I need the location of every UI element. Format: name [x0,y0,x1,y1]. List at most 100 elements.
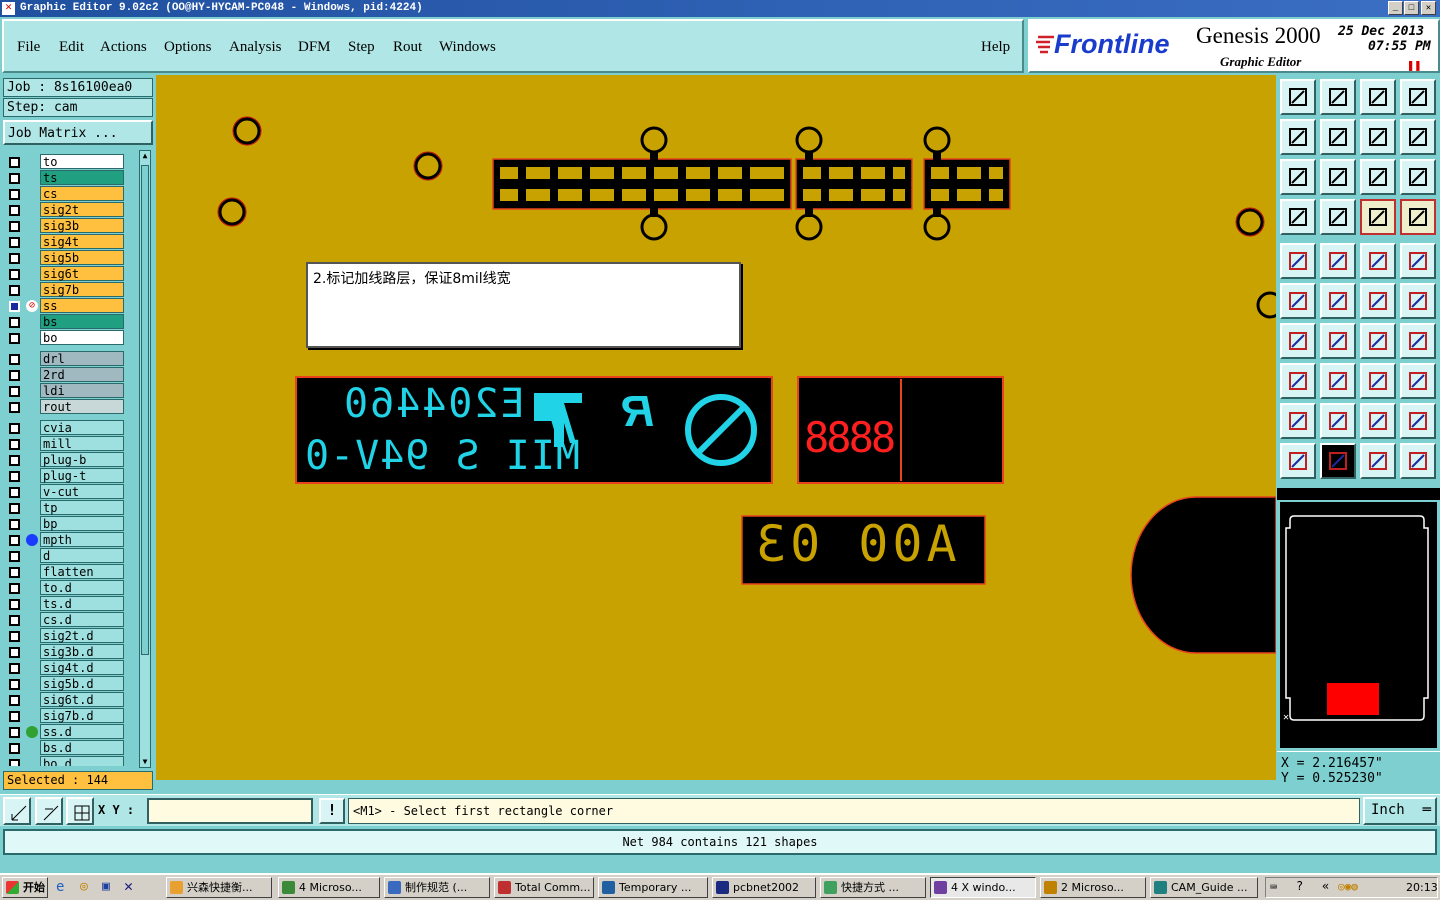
layer-name[interactable]: sig4t.d [40,660,124,675]
layer-checkbox[interactable] [9,727,20,738]
polygon-button[interactable] [1320,403,1356,439]
layer-name[interactable]: ss [40,298,124,313]
layer-row[interactable]: ss.d [7,724,124,740]
layer-scrollbar[interactable]: ▲ ▼ [139,150,151,768]
units-selector[interactable]: Inch ═ [1363,797,1437,825]
layer-row[interactable]: to.d [7,580,124,596]
layer-row[interactable]: tp [7,500,124,516]
move-button[interactable] [1360,283,1396,319]
layer-checkbox[interactable] [9,551,20,562]
arc-button[interactable] [1360,323,1396,359]
menu-edit[interactable]: Edit [59,39,84,56]
taskbar-item[interactable]: 兴森快捷衡... [166,877,272,898]
layer-checkbox[interactable] [9,386,20,397]
layer-name[interactable]: sig5b.d [40,676,124,691]
zoom-area-button[interactable] [35,797,63,825]
layer-name[interactable]: v-cut [40,484,124,499]
layer-name[interactable]: ldi [40,383,124,398]
mirror-button[interactable] [1400,403,1436,439]
tray-expand-icon[interactable]: « [1322,879,1329,893]
layer-checkbox[interactable] [9,221,20,232]
grid-button[interactable] [66,797,94,825]
route-button[interactable] [1400,443,1436,479]
layer-checkbox[interactable] [9,743,20,754]
graphic-canvas[interactable]: 2.标记加线路层，保证8mil线宽 E204460 MII S 94V-0 R … [156,75,1276,780]
layer-name[interactable]: d [40,548,124,563]
resize-button[interactable] [1280,363,1316,399]
alert-icon[interactable]: ! [319,798,345,824]
layer-name[interactable]: bs.d [40,740,124,755]
keyboard-icon[interactable]: ⌨ [1270,880,1277,894]
layer-row[interactable]: sig6t [7,266,124,282]
layer-row[interactable]: plug-b [7,452,124,468]
layer-row[interactable]: sig4t.d [7,660,124,676]
layer-checkbox[interactable] [9,567,20,578]
overview-map[interactable]: ✕ [1279,501,1438,749]
menu-dfm[interactable]: DFM [298,39,331,56]
layer-checkbox[interactable] [9,679,20,690]
copy-button[interactable] [1400,283,1436,319]
layer-checkbox[interactable] [9,402,20,413]
triangle-button[interactable] [1280,403,1316,439]
layer-name[interactable]: to.d [40,580,124,595]
taskbar-item[interactable]: 制作规范 (... [384,877,490,898]
menu-step[interactable]: Step [348,39,375,56]
layer-name[interactable]: sig7b [40,282,124,297]
layer-name[interactable]: sig2t [40,202,124,217]
scroll-down-icon[interactable]: ▼ [140,757,150,767]
measure-button[interactable] [1280,199,1316,235]
layer-name[interactable]: sig3b [40,218,124,233]
prev-button[interactable] [1280,119,1316,155]
layer-checkbox[interactable] [9,711,20,722]
layer-checkbox[interactable] [9,663,20,674]
taskbar-item[interactable]: CAM_Guide ... [1150,877,1258,898]
layer-checkbox[interactable] [9,317,20,328]
layer-row[interactable]: mpth [7,532,124,548]
layer-checkbox[interactable] [9,269,20,280]
layer-row[interactable]: flatten [7,564,124,580]
layer-name[interactable]: sig6t [40,266,124,281]
menu-file[interactable]: File [17,39,40,56]
layer-checkbox[interactable] [9,285,20,296]
layer-row[interactable]: ts [7,170,124,186]
layer-name[interactable]: bs [40,314,124,329]
layer-row[interactable]: sig5b [7,250,124,266]
layer-row[interactable]: bs.d [7,740,124,756]
layer-checkbox[interactable] [9,439,20,450]
select-active-button[interactable] [1320,443,1356,479]
net-button[interactable] [1320,199,1356,235]
layer-checkbox[interactable] [9,423,20,434]
layer-name[interactable]: 2rd [40,367,124,382]
next-button[interactable] [1320,119,1356,155]
taskbar-item[interactable]: Temporary ... [598,877,708,898]
xwin-icon[interactable]: ✕ [124,877,133,895]
xy-input[interactable] [147,798,313,824]
layer-row[interactable]: rout [7,399,124,415]
layer-name[interactable]: sig5b [40,250,124,265]
layer-name[interactable]: plug-b [40,452,124,467]
layer-row[interactable]: ts.d [7,596,124,612]
layout-button[interactable] [1400,79,1436,115]
layer-checkbox[interactable] [9,333,20,344]
layer-row[interactable]: ldi [7,383,124,399]
snap-button[interactable] [1360,199,1396,235]
layer-name[interactable]: sig6t.d [40,692,124,707]
layer-checkbox[interactable] [9,503,20,514]
start-button[interactable]: 开始 [2,877,48,898]
layer-row[interactable]: sig6t.d [7,692,124,708]
layer-name[interactable]: tp [40,500,124,515]
align-button[interactable] [1360,363,1396,399]
layer-row[interactable]: cs.d [7,612,124,628]
layer-name[interactable]: cs.d [40,612,124,627]
taskbar-item[interactable]: Total Comm... [494,877,594,898]
layer-checkbox[interactable] [9,370,20,381]
taskbar-item[interactable]: pcbnet2002 [712,877,816,898]
text-button[interactable] [1400,323,1436,359]
layer-name[interactable]: ts.d [40,596,124,611]
tray-app-icon[interactable]: ◎◉◍ [1338,880,1358,893]
zoom-fit-button[interactable] [1280,159,1316,195]
select-button[interactable] [1280,443,1316,479]
layer-name[interactable]: mpth [40,532,124,547]
open-step-button[interactable] [1280,79,1316,115]
layer-checkbox[interactable] [9,354,20,365]
